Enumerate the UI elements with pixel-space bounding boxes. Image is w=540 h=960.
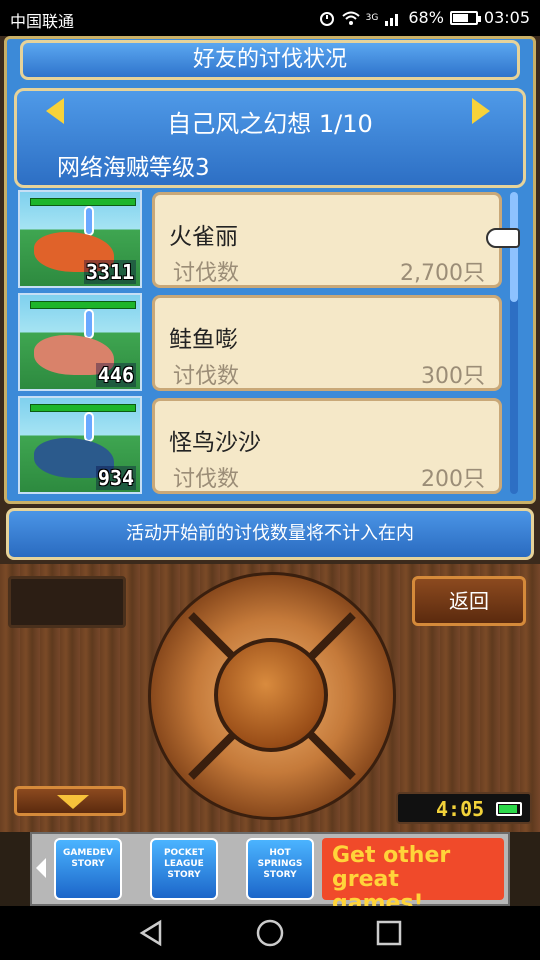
home-nav-icon[interactable] bbox=[255, 918, 285, 948]
hunt-count-value: 200只 bbox=[421, 467, 485, 492]
dpad-center-button[interactable] bbox=[214, 638, 328, 752]
exclamation-icon bbox=[84, 309, 94, 339]
count-badge: 934 bbox=[95, 466, 136, 490]
notice-banner: 活动开始前的讨伐数量将不计入在内 bbox=[6, 508, 534, 560]
monster-name: 火雀丽 bbox=[169, 224, 238, 250]
game-battery-icon bbox=[496, 802, 522, 816]
monster-card: 鲑鱼嘭 讨伐数 300只 bbox=[152, 295, 502, 391]
hunt-count-value: 2,700只 bbox=[400, 261, 485, 286]
list-item[interactable]: 446 鲑鱼嘭 讨伐数 300只 bbox=[14, 293, 502, 393]
battery-icon bbox=[449, 10, 481, 25]
hunt-count-value: 300只 bbox=[421, 364, 485, 389]
monster-card: 火雀丽 讨伐数 2,700只 bbox=[152, 192, 502, 288]
pirate-level-label: 网络海贼等级3 bbox=[57, 155, 210, 181]
page-title: 好友的讨伐状况 bbox=[20, 40, 520, 80]
monster-list: 3311 火雀丽 讨伐数 2,700只 446 鲑鱼嘭 讨伐数 300只 934… bbox=[14, 190, 502, 498]
list-item[interactable]: 3311 火雀丽 讨伐数 2,700只 bbox=[14, 190, 502, 290]
carrier-label: 中国联通 bbox=[10, 12, 75, 31]
count-badge: 446 bbox=[95, 363, 136, 387]
monster-name: 怪鸟沙沙 bbox=[169, 430, 261, 456]
hp-bar bbox=[30, 301, 136, 309]
pointing-hand-icon bbox=[486, 228, 520, 248]
back-button[interactable]: 返回 bbox=[412, 576, 526, 626]
recents-nav-icon[interactable] bbox=[374, 918, 404, 948]
monster-thumbnail: 446 bbox=[18, 293, 142, 391]
wifi-icon bbox=[341, 11, 360, 25]
status-time: 03:05 bbox=[483, 8, 530, 27]
scroll-down-button[interactable] bbox=[14, 786, 126, 816]
hunt-count-label: 讨伐数 bbox=[173, 261, 240, 286]
monster-name: 鲑鱼嘭 bbox=[169, 327, 238, 353]
controller-display bbox=[8, 576, 126, 628]
ad-game-gamedev[interactable]: GAMEDEV STORY bbox=[54, 838, 122, 900]
opponent-title: 自己风之幻想 1/10 bbox=[167, 110, 373, 138]
ad-cta[interactable]: Get other great games! bbox=[322, 838, 504, 916]
count-badge: 3311 bbox=[83, 260, 136, 284]
hp-bar bbox=[30, 198, 136, 206]
monster-thumbnail: 3311 bbox=[18, 190, 142, 288]
status-bar: 中国联通 3G 68% 03:05 bbox=[0, 0, 540, 36]
list-item[interactable]: 934 怪鸟沙沙 讨伐数 200只 bbox=[14, 396, 502, 496]
hunt-count-label: 讨伐数 bbox=[173, 364, 240, 389]
exclamation-icon bbox=[84, 206, 94, 236]
hunt-count-label: 讨伐数 bbox=[173, 467, 240, 492]
signal-icon bbox=[385, 13, 399, 26]
ad-game-hot-springs[interactable]: HOT SPRINGS STORY bbox=[246, 838, 314, 900]
exclamation-icon bbox=[84, 412, 94, 442]
back-nav-icon[interactable] bbox=[136, 918, 166, 948]
monster-card: 怪鸟沙沙 讨伐数 200只 bbox=[152, 398, 502, 494]
ad-banner[interactable]: GAMEDEV STORY POCKET LEAGUE STORY HOT SP… bbox=[30, 832, 510, 916]
monster-thumbnail: 934 bbox=[18, 396, 142, 494]
alarm-icon bbox=[319, 11, 334, 26]
game-clock: 4:05 bbox=[436, 797, 485, 821]
network-type-label: 3G bbox=[365, 12, 379, 23]
hp-bar bbox=[30, 404, 136, 412]
ad-left-arrow-icon[interactable] bbox=[36, 858, 46, 878]
ad-game-pocket-league[interactable]: POCKET LEAGUE STORY bbox=[150, 838, 218, 900]
android-nav-bar bbox=[0, 906, 540, 960]
status-icons: 3G 68% 03:05 bbox=[318, 8, 530, 27]
game-status-box: 4:05 bbox=[396, 792, 532, 824]
battery-percent: 68% bbox=[408, 8, 444, 27]
down-arrow-icon bbox=[57, 795, 89, 809]
